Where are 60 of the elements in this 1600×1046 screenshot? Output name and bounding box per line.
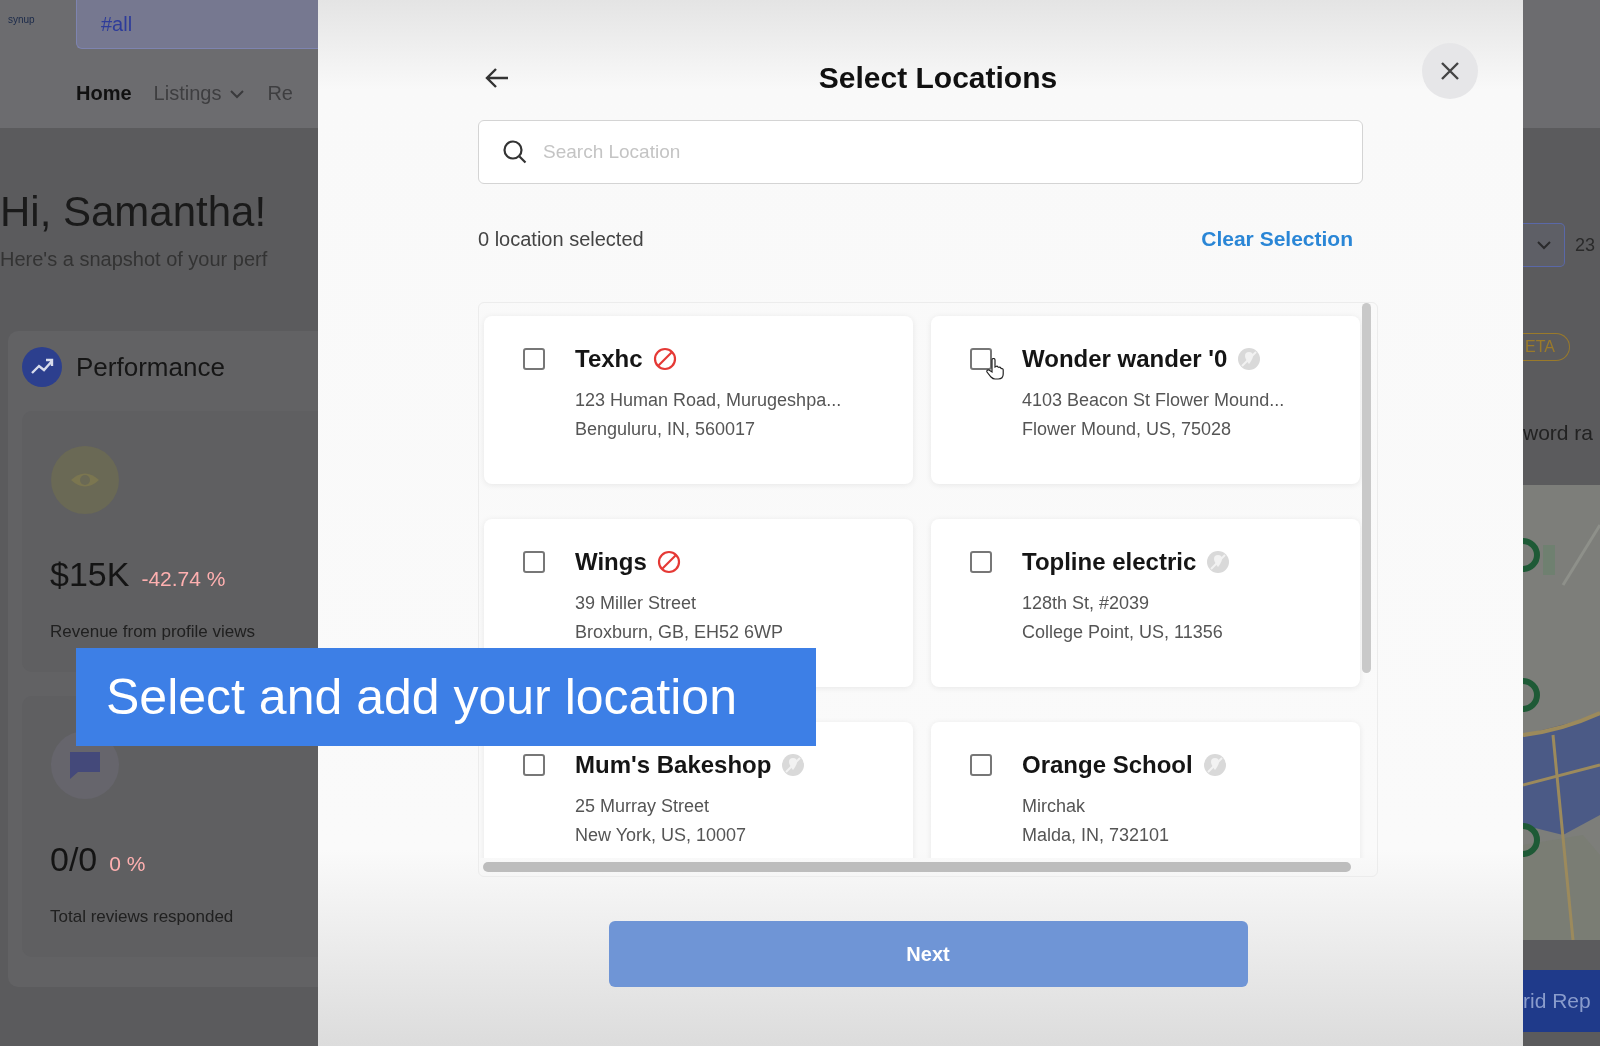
address-line: 25 Murray Street — [575, 795, 711, 818]
chevron-icon — [1535, 240, 1552, 250]
metric-change: -42.74 % — [141, 567, 226, 591]
crossed-pin-icon — [1206, 550, 1231, 574]
metric-label: Revenue from profile views — [50, 622, 257, 642]
metric-value: $15K — [50, 555, 130, 594]
dialog-title: Select Locations — [817, 61, 1059, 95]
address-line: Flower Mound, US, 75028 — [1022, 418, 1233, 441]
location-card[interactable]: Wonder wander '0 4103 Beacon St Flower Mound... Flower Mound, US, 75028 — [931, 316, 1360, 484]
address-line: Mirchak — [1022, 795, 1086, 818]
scrollbar[interactable] — [1362, 303, 1371, 673]
scrollbar[interactable] — [483, 862, 1351, 872]
search-field[interactable]: #all — [76, 0, 318, 49]
address-line: 39 Miller Street — [575, 592, 698, 615]
metric-label: Total reviews responded — [50, 907, 235, 927]
search-icon — [502, 139, 528, 165]
address-line: 4103 Beacon St Flower Mound... — [1022, 389, 1285, 412]
back-arrow-icon[interactable] — [484, 67, 510, 89]
checkbox[interactable] — [523, 551, 545, 573]
nav-tab[interactable]: Home — [76, 82, 132, 105]
location-card[interactable]: Orange School Mirchak Malda, IN, 732101 — [931, 722, 1360, 858]
greeting: Hi, Samantha! — [0, 188, 268, 236]
close-icon — [1439, 60, 1461, 82]
address-line: 128th St, #2039 — [1022, 592, 1151, 615]
selection-count: 0 location selected — [478, 227, 644, 251]
section-title: Performance — [76, 351, 225, 383]
crossed-pin-icon — [781, 753, 806, 777]
blocked-icon — [656, 550, 681, 574]
grid-report-button[interactable]: rid Rep — [1523, 970, 1600, 1032]
search-field[interactable]: Search Location — [478, 120, 1363, 184]
address-line: College Point, US, 11356 — [1022, 621, 1224, 644]
clear-selection-link[interactable]: Clear Selection — [1201, 227, 1353, 251]
checkbox[interactable] — [970, 754, 992, 776]
location-name: Topline electric — [1022, 548, 1197, 576]
checkbox[interactable] — [970, 551, 992, 573]
checkbox[interactable] — [523, 348, 545, 370]
close-button[interactable] — [1422, 43, 1478, 99]
location-name: Mum's Bakeshop — [575, 751, 772, 779]
location-card[interactable]: Texhc 123 Human Road, Murugeshpa... Benguluru, IN, 560017 — [484, 316, 913, 484]
logo: synup — [8, 14, 36, 25]
metric-change: 0 % — [109, 852, 146, 876]
crossed-pin-icon — [1202, 753, 1227, 777]
address-line: Broxburn, GB, EH52 6WP — [575, 621, 784, 644]
section-title: word ra — [1523, 421, 1595, 445]
address-line: Benguluru, IN, 560017 — [575, 418, 757, 441]
crossed-pin-icon — [1237, 347, 1262, 371]
checkbox[interactable] — [523, 754, 545, 776]
location-name: Wonder wander '0 — [1022, 345, 1228, 373]
location-name: Texhc — [575, 345, 643, 373]
caption-toast: Select and add your location — [76, 648, 816, 746]
location-card[interactable]: Topline electric 128th St, #2039 College Point, US, 11356 — [931, 519, 1360, 687]
address-line: Malda, IN, 732101 — [1022, 824, 1171, 847]
trend-icon — [22, 347, 62, 387]
eye-icon — [50, 445, 120, 515]
metric-value: 0/0 — [50, 840, 98, 879]
address-line: 123 Human Road, Murugeshpa... — [575, 389, 842, 412]
blocked-icon — [652, 347, 677, 371]
address-line: New York, US, 10007 — [575, 824, 748, 847]
location-name: Wings — [575, 548, 647, 576]
location-name: Orange School — [1022, 751, 1193, 779]
